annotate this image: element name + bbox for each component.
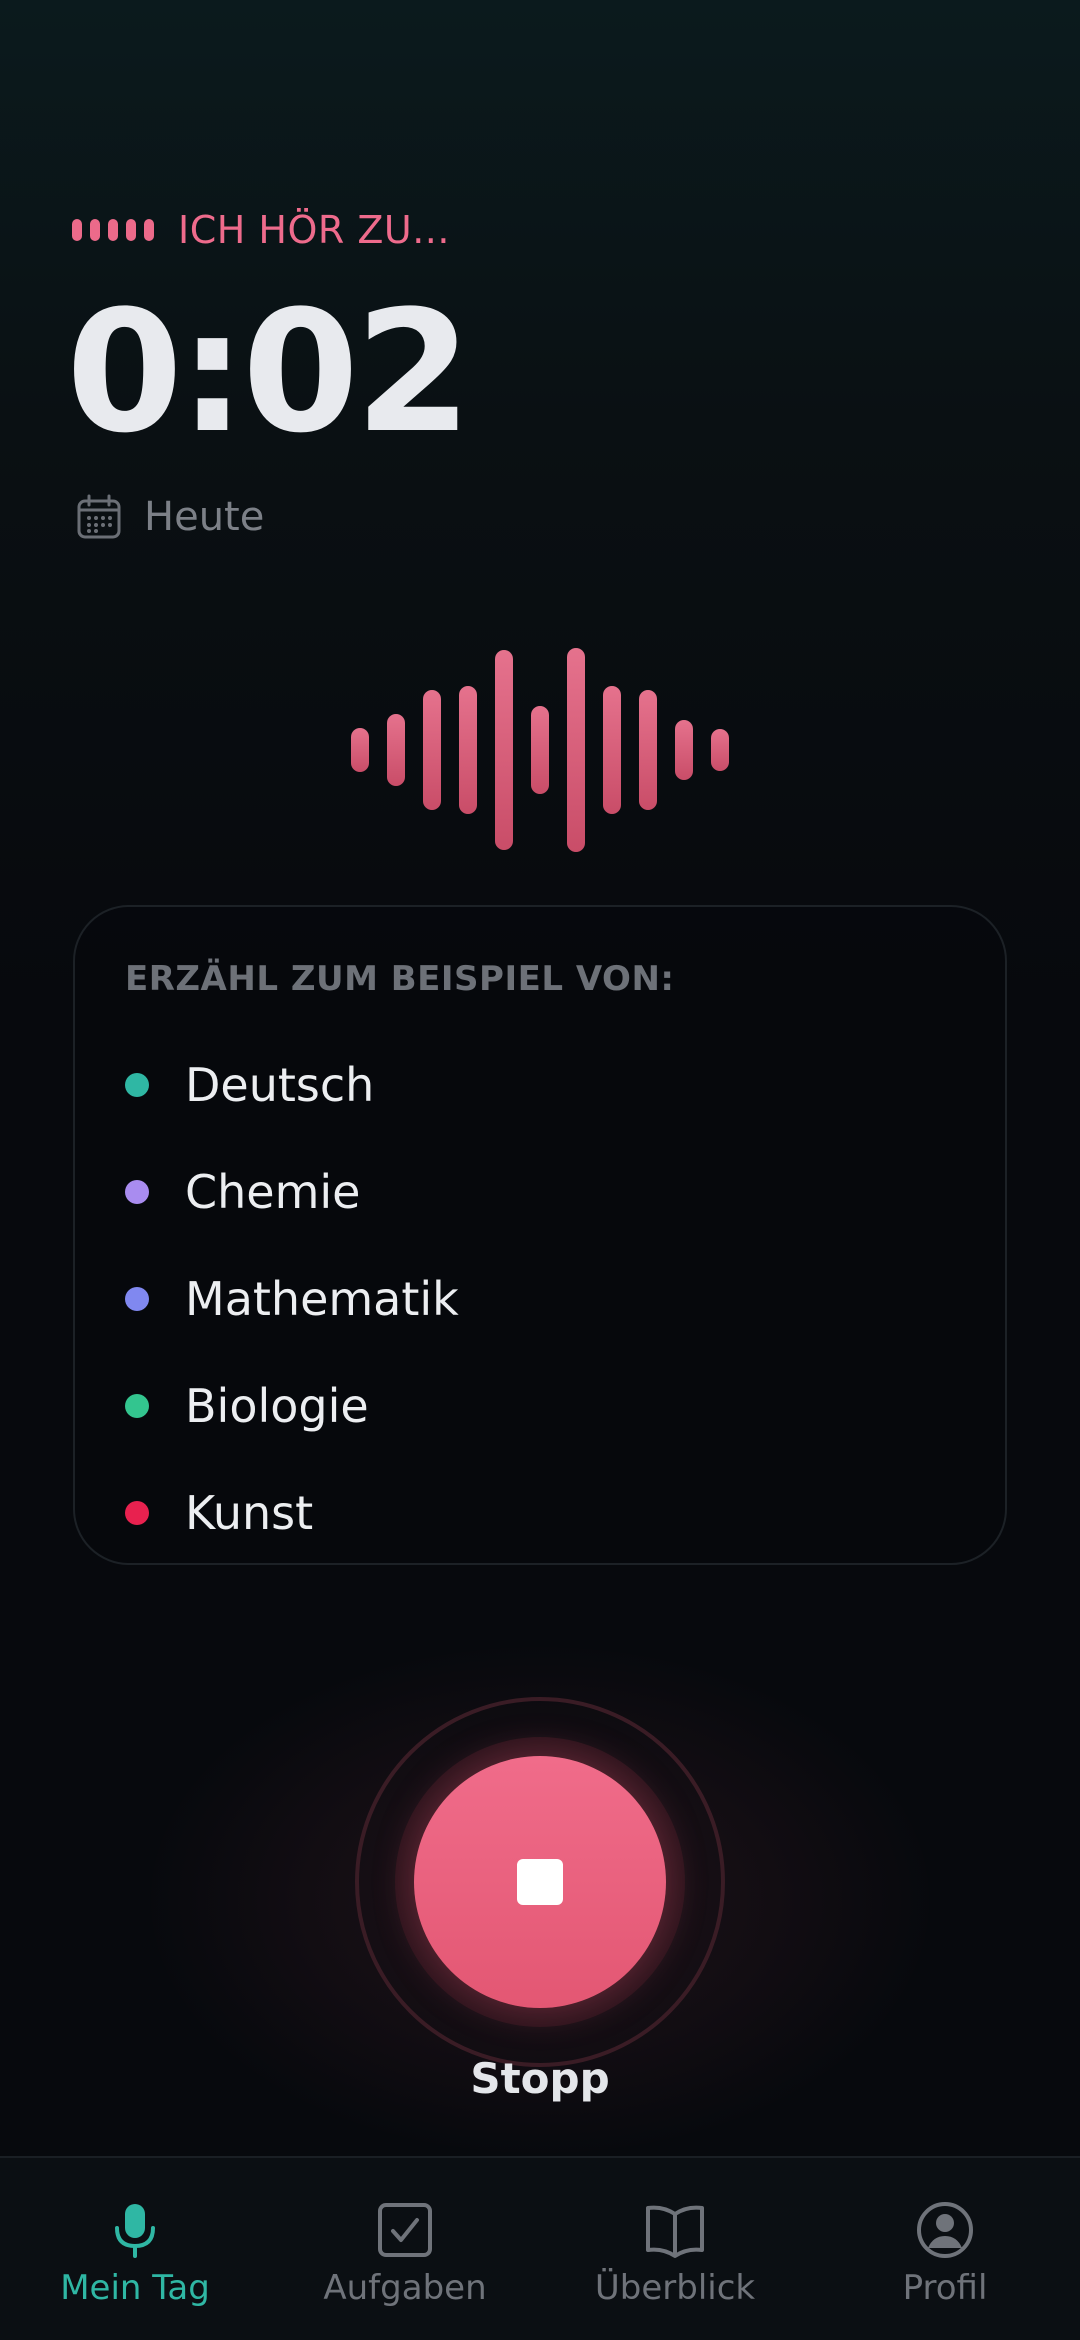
bottom-navigation: Mein Tag Aufgaben Überblick Profil xyxy=(0,2156,1080,2340)
book-icon xyxy=(646,2205,704,2258)
microphone-icon xyxy=(115,2204,155,2258)
nav-item-mein-tag[interactable]: Mein Tag xyxy=(0,2158,270,2340)
subject-dot xyxy=(125,1180,149,1204)
examples-title: ERZÄHL ZUM BEISPIEL VON: xyxy=(125,959,675,999)
nav-label: Profil xyxy=(902,2268,988,2308)
subject-item-deutsch: Deutsch xyxy=(125,1055,374,1115)
audio-level-icon xyxy=(72,219,154,241)
user-icon xyxy=(917,2202,973,2258)
subject-item-kunst: Kunst xyxy=(125,1483,313,1543)
status-text: ICH HÖR ZU... xyxy=(178,208,450,252)
nav-item-ueberblick[interactable]: Überblick xyxy=(540,2158,810,2340)
nav-label: Mein Tag xyxy=(60,2268,210,2308)
subject-dot xyxy=(125,1287,149,1311)
stop-label: Stopp xyxy=(470,2054,610,2103)
subject-item-biologie: Biologie xyxy=(125,1376,369,1436)
calendar-icon xyxy=(77,494,121,539)
checkbox-icon xyxy=(378,2203,432,2257)
subject-dot xyxy=(125,1394,149,1418)
subject-item-mathematik: Mathematik xyxy=(125,1269,459,1329)
nav-label: Aufgaben xyxy=(323,2268,487,2308)
subject-label: Mathematik xyxy=(185,1272,459,1326)
stop-control xyxy=(355,1697,725,2067)
recording-timer: 0:02 xyxy=(66,274,472,470)
nav-label: Überblick xyxy=(594,2268,756,2308)
subject-dot xyxy=(125,1073,149,1097)
waveform-icon xyxy=(351,648,729,852)
date-label: Heute xyxy=(144,494,265,540)
nav-item-profil[interactable]: Profil xyxy=(810,2158,1080,2340)
subject-label: Deutsch xyxy=(185,1058,375,1112)
examples-card: ERZÄHL ZUM BEISPIEL VON: Deutsch Chemie … xyxy=(73,905,1007,1565)
subject-label: Kunst xyxy=(185,1486,314,1540)
listening-status: ICH HÖR ZU... xyxy=(72,206,450,254)
subject-item-chemie: Chemie xyxy=(125,1162,360,1222)
stop-icon xyxy=(517,1859,563,1905)
recording-screen: ICH HÖR ZU... 0:02 Heute ERZÄHL ZUM BEIS… xyxy=(0,0,1080,2340)
nav-item-aufgaben[interactable]: Aufgaben xyxy=(270,2158,540,2340)
subject-label: Chemie xyxy=(185,1165,361,1219)
stop-button[interactable] xyxy=(414,1756,666,2008)
date-row: Heute xyxy=(76,492,264,542)
subject-label: Biologie xyxy=(185,1379,369,1433)
subject-dot xyxy=(125,1501,149,1525)
